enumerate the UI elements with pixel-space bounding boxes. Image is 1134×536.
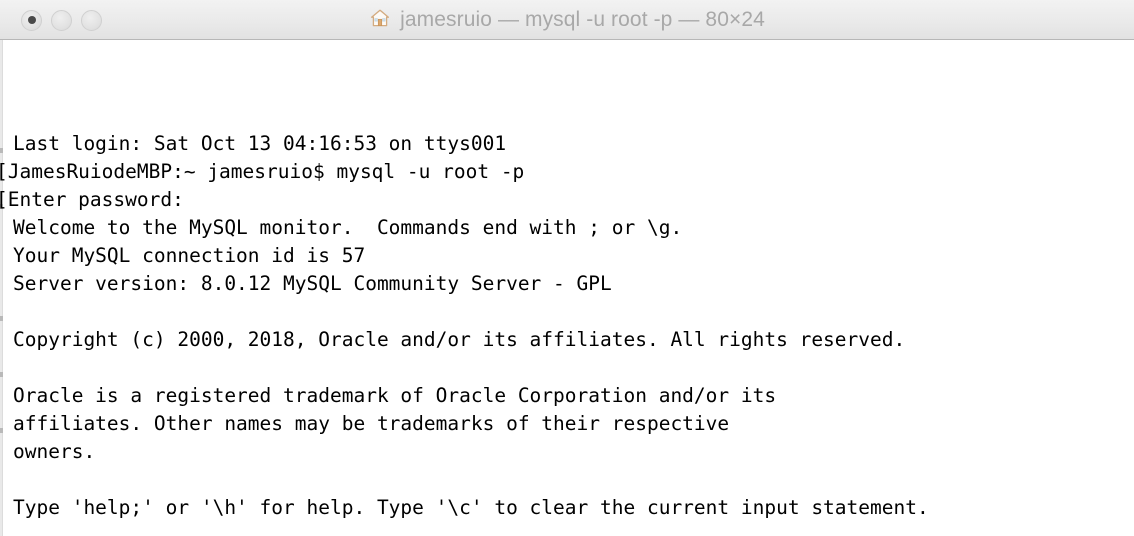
terminal-output: Last login: Sat Oct 13 04:16:53 on ttys0…: [0, 40, 1134, 536]
terminal-line: affiliates. Other names may be trademark…: [13, 412, 730, 435]
terminal-window: jamesruio — mysql -u root -p — 80×24 Las…: [0, 0, 1134, 536]
terminal-line: Last login: Sat Oct 13 04:16:53 on ttys0…: [13, 132, 507, 155]
terminal-output-lines: Last login: Sat Oct 13 04:16:53 on ttys0…: [0, 130, 1134, 536]
terminal-line: [JamesRuiodeMBP:~ jamesruio$ mysql -u ro…: [0, 160, 525, 183]
window-title-group: jamesruio — mysql -u root -p — 80×24: [0, 0, 1134, 40]
terminal-line: Oracle is a registered trademark of Orac…: [13, 384, 777, 407]
terminal-body[interactable]: Last login: Sat Oct 13 04:16:53 on ttys0…: [0, 40, 1134, 536]
terminal-line: Server version: 8.0.12 MySQL Community S…: [13, 272, 612, 295]
home-icon: [369, 7, 391, 34]
terminal-line: Type 'help;' or '\h' for help. Type '\c'…: [13, 496, 929, 519]
zoom-button[interactable]: [81, 9, 102, 31]
terminal-line: Your MySQL connection id is 57: [13, 244, 366, 267]
window-title: jamesruio — mysql -u root -p — 80×24: [400, 8, 765, 31]
minimize-button[interactable]: [51, 9, 72, 31]
close-button[interactable]: [21, 9, 42, 31]
terminal-line: Copyright (c) 2000, 2018, Oracle and/or …: [13, 328, 906, 351]
terminal-line: Welcome to the MySQL monitor. Commands e…: [13, 216, 683, 239]
terminal-line: [Enter password:: [0, 188, 184, 211]
terminal-line: owners.: [13, 440, 96, 463]
window-controls: [21, 0, 102, 40]
close-button-dot: [27, 16, 36, 24]
window-titlebar[interactable]: jamesruio — mysql -u root -p — 80×24: [0, 0, 1134, 40]
